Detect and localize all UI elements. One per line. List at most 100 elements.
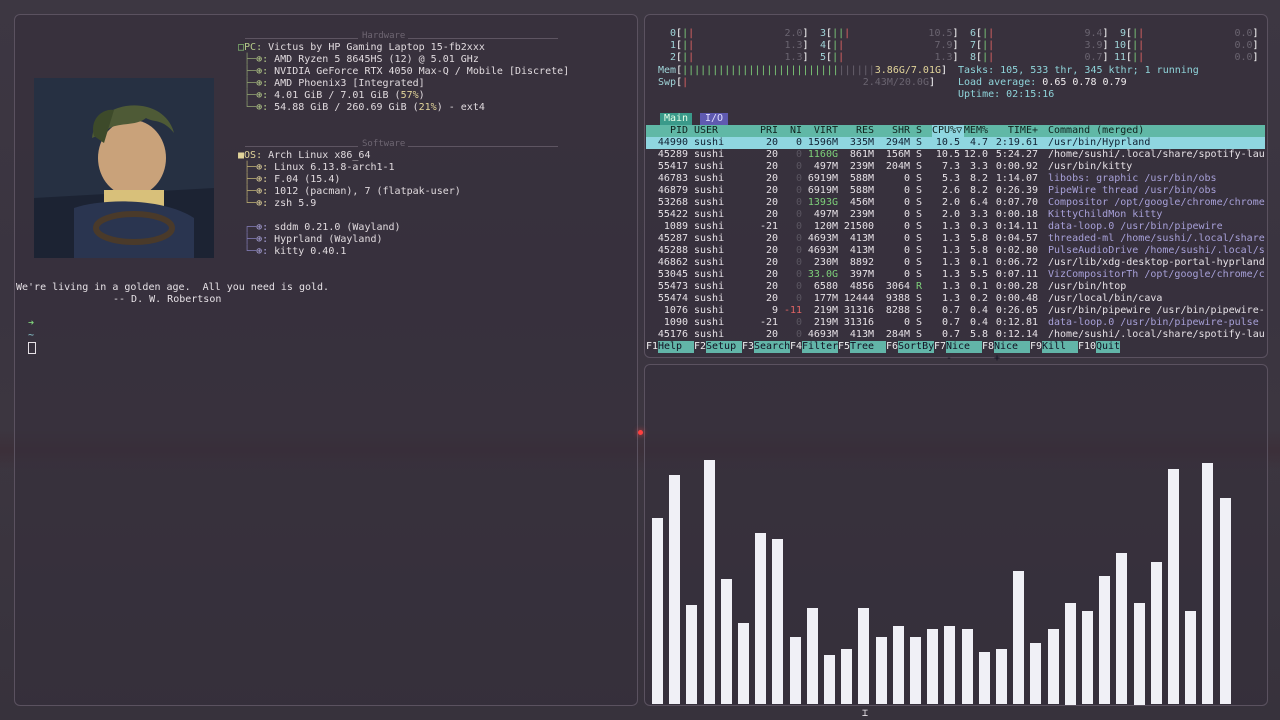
process-row[interactable]: 55417 sushi 20 0 497M 239M 204M S 7.3 3.3 0:00.92 /… [646, 161, 1265, 173]
fkey-number[interactable]: F6 [886, 341, 898, 353]
col-shr[interactable]: SHR [876, 125, 910, 137]
fkey-label[interactable]: Help [658, 341, 694, 353]
os-row-packages: ├─⊕: 1012 (pacman), 7 (flatpak-user) [238, 186, 461, 197]
process-cell-pid: 46783 [657, 173, 688, 184]
process-row[interactable]: 46879 sushi 20 0 6919M 588M 0 S 2.6 8.2 0:26.39 Pip… [646, 185, 1265, 197]
col-pid[interactable]: PID [646, 125, 688, 137]
fkey-number[interactable]: F3 [742, 341, 754, 353]
cava-bar [652, 518, 663, 704]
process-cell-cmd: KittyChildMon kitty [1048, 209, 1163, 220]
process-row[interactable]: 45287 sushi 20 0 4693M 413M 0 S 1.3 5.8 0:04.57 thr… [646, 233, 1265, 245]
process-row[interactable]: 55474 sushi 20 0 177M 12444 9388 S 1.3 0.2 0:00.48… [646, 293, 1265, 305]
col-cpu[interactable]: CPU%▽ [932, 125, 964, 137]
tab-io[interactable]: I/O [700, 113, 728, 125]
software-divider-right [408, 146, 558, 147]
col-user[interactable]: USER [694, 125, 744, 137]
process-cell-mem: 0.3 [969, 221, 988, 232]
col-time[interactable]: TIME+ [994, 125, 1038, 137]
process-cell-res: 861M [849, 149, 874, 160]
cava-bar [807, 608, 818, 704]
process-cell-pri: -21 [759, 221, 778, 232]
fkey-number[interactable]: F10 [1078, 341, 1096, 353]
col-res[interactable]: RES [840, 125, 874, 137]
process-row[interactable]: 45176 sushi 20 0 4693M 413M 284M S 0.7 5.8 0:12.14… [646, 329, 1265, 341]
process-cell-virt: 219M [813, 317, 838, 328]
fkey-label[interactable]: Tree [850, 341, 886, 353]
tab-main[interactable]: Main [660, 113, 692, 125]
de-row-window-manager: ├─⊕: Hyprland (Wayland) [238, 234, 383, 245]
fkey-number[interactable]: F5 [838, 341, 850, 353]
process-cell-ni: 0 [795, 173, 802, 184]
process-cell-pid: 45289 [657, 149, 688, 160]
process-cell-cmd: libobs: graphic /usr/bin/obs [1048, 173, 1217, 184]
process-row[interactable]: 1089 sushi -21 0 120M 21500 0 S 1.3 0.3 0:14.11 dat… [646, 221, 1265, 233]
col-command[interactable]: Command (merged) [1048, 125, 1265, 137]
process-cell-shr: 0 [903, 209, 910, 220]
fkey-label[interactable]: SortBy [898, 341, 934, 353]
process-cell-s: S [916, 257, 923, 268]
uptime: Uptime: 02:15:16 [958, 89, 1055, 100]
process-row[interactable]: 45289 sushi 20 0 1160G 861M 156M S 10.5 12.0 5:24.… [646, 149, 1265, 161]
cava-bar [790, 637, 801, 704]
shell-prompt[interactable]: ➜ ~ [16, 306, 37, 354]
process-cell-virt: 497M [813, 161, 838, 172]
fkey-number[interactable]: F9 [1030, 341, 1042, 353]
fkey-label[interactable]: Quit [1096, 341, 1120, 353]
fkey-number[interactable]: F4 [790, 341, 802, 353]
cava-bar [738, 623, 749, 704]
process-cell-ni: 0 [795, 257, 802, 268]
process-cell-pri: 20 [765, 161, 778, 172]
process-cell-shr: 0 [903, 317, 910, 328]
process-cell-mem: 12.0 [963, 149, 988, 160]
process-cell-ni: 0 [795, 209, 802, 220]
cava-bar [1202, 463, 1213, 704]
cava-bar [1082, 611, 1093, 704]
fkey-label[interactable]: Kill [1042, 341, 1078, 353]
process-row[interactable]: 1076 sushi 9 -11 219M 31316 8288 S 0.7 0.4 0:26.05… [646, 305, 1265, 317]
process-row[interactable]: 45288 sushi 20 0 4693M 413M 0 S 1.3 5.8 0:02.80 Pul… [646, 245, 1265, 257]
fkey-number[interactable]: F8 [982, 341, 994, 353]
process-cell-pri: 20 [765, 233, 778, 244]
process-cell-s: S [916, 209, 923, 220]
fkey-label[interactable]: Setup [706, 341, 742, 353]
process-cell-s: S [916, 317, 923, 328]
process-cell-pri: 20 [765, 329, 778, 340]
hw-row-gpu-discrete: ├─⊕: NVIDIA GeForce RTX 4050 Max-Q / Mob… [238, 66, 570, 77]
col-pri[interactable]: PRI [746, 125, 778, 137]
process-cell-virt: 6580 [813, 281, 838, 292]
process-cell-ni: -11 [783, 305, 802, 316]
fkey-number[interactable]: F1 [646, 341, 658, 353]
process-row[interactable]: 44990 sushi 20 0 1596M 335M 294M S 10.5 4.7 2:19.6… [646, 137, 1265, 149]
cpu-meter-9: 9[|| 0.0] [1120, 28, 1259, 39]
wallpaper-red-light [638, 430, 643, 435]
process-cell-s: S [916, 233, 923, 244]
fkey-number[interactable]: F2 [694, 341, 706, 353]
fkey-label[interactable]: Filter [802, 341, 838, 353]
process-cell-pid: 53045 [657, 269, 688, 280]
col-virt[interactable]: VIRT [804, 125, 838, 137]
process-row[interactable]: 46862 sushi 20 0 230M 8892 0 S 1.3 0.1 0:06.72/usr… [646, 257, 1265, 269]
cava-bar [876, 637, 887, 704]
col-state[interactable]: S [916, 125, 926, 137]
process-cell-virt: 120M [813, 221, 838, 232]
fkey-number[interactable]: F7 [934, 341, 946, 353]
process-row[interactable]: 53045 sushi 20 0 33.0G 397M 0 S 1.3 5.5 0:07.11 Viz… [646, 269, 1265, 281]
process-row[interactable]: 46783 sushi 20 0 6919M 588M 0 S 5.3 8.2 1:14.07 lib… [646, 173, 1265, 185]
process-cell-cmd: PipeWire thread /usr/bin/obs [1048, 185, 1217, 196]
fkey-label[interactable]: Nice + [994, 341, 1030, 364]
fkey-label[interactable]: Nice - [946, 341, 982, 364]
process-row[interactable]: 55422 sushi 20 0 497M 239M 0 S 2.0 3.3 0:00.18 Kitt… [646, 209, 1265, 221]
col-mem[interactable]: MEM% [962, 125, 988, 137]
process-row[interactable]: 1090 sushi -21 0 219M 31316 0 S 0.7 0.4 0:12.81 dat… [646, 317, 1265, 329]
process-cell-cpu: 0.7 [941, 317, 960, 328]
process-cell-pri: 9 [771, 305, 778, 316]
col-ni[interactable]: NI [780, 125, 802, 137]
process-row[interactable]: 55473 sushi 20 0 6580 4856 3064 R 1.3 0.1 0:00.28 /… [646, 281, 1265, 293]
process-row[interactable]: 53268 sushi 20 0 1393G 456M 0 S 2.0 6.4 0:07.70 Com… [646, 197, 1265, 209]
process-cell-res: 239M [849, 209, 874, 220]
process-cell-virt: 4693M [807, 233, 838, 244]
process-cell-user: sushi [694, 137, 725, 148]
fortune-quote-author: -- D. W. Robertson [113, 294, 222, 305]
cpu-meter-1: 1[|| 1.3] [670, 40, 809, 51]
fkey-label[interactable]: Search [754, 341, 790, 353]
